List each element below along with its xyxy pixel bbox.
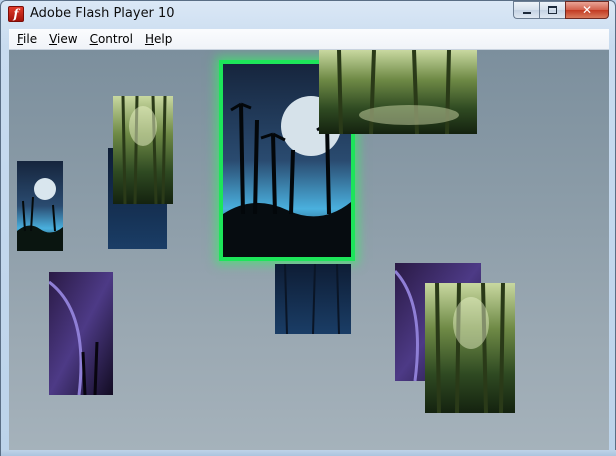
menu-control[interactable]: Control [84,32,139,46]
window-frame: f Adobe Flash Player 10 ✕ File View Cont… [0,0,616,456]
caption-buttons: ✕ [513,1,609,19]
gallery-photo-planet-left[interactable] [49,272,113,395]
menu-view[interactable]: View [43,32,83,46]
close-icon: ✕ [581,3,593,17]
window-title: Adobe Flash Player 10 [30,6,175,21]
maximize-button[interactable] [539,1,565,19]
gallery-photo-forest-right[interactable] [425,283,515,413]
minimize-button[interactable] [513,1,539,19]
gallery-photo-moon-small[interactable] [17,161,63,251]
gallery-photo-dark-center[interactable] [275,264,351,334]
title-bar[interactable]: f Adobe Flash Player 10 ✕ [1,1,615,29]
maximize-icon [548,6,557,14]
close-button[interactable]: ✕ [565,1,609,19]
gallery-photo-forest-left[interactable] [113,96,173,204]
minimize-icon [522,12,531,14]
adobe-flash-icon[interactable]: f [8,6,24,22]
flash-stage-3d-gallery[interactable] [9,50,609,450]
menu-help[interactable]: Help [139,32,178,46]
menu-bar: File View Control Help [9,29,609,50]
window-bottom-border [1,450,616,456]
gallery-photo-forest-top[interactable] [319,50,477,134]
menu-file[interactable]: File [11,32,43,46]
